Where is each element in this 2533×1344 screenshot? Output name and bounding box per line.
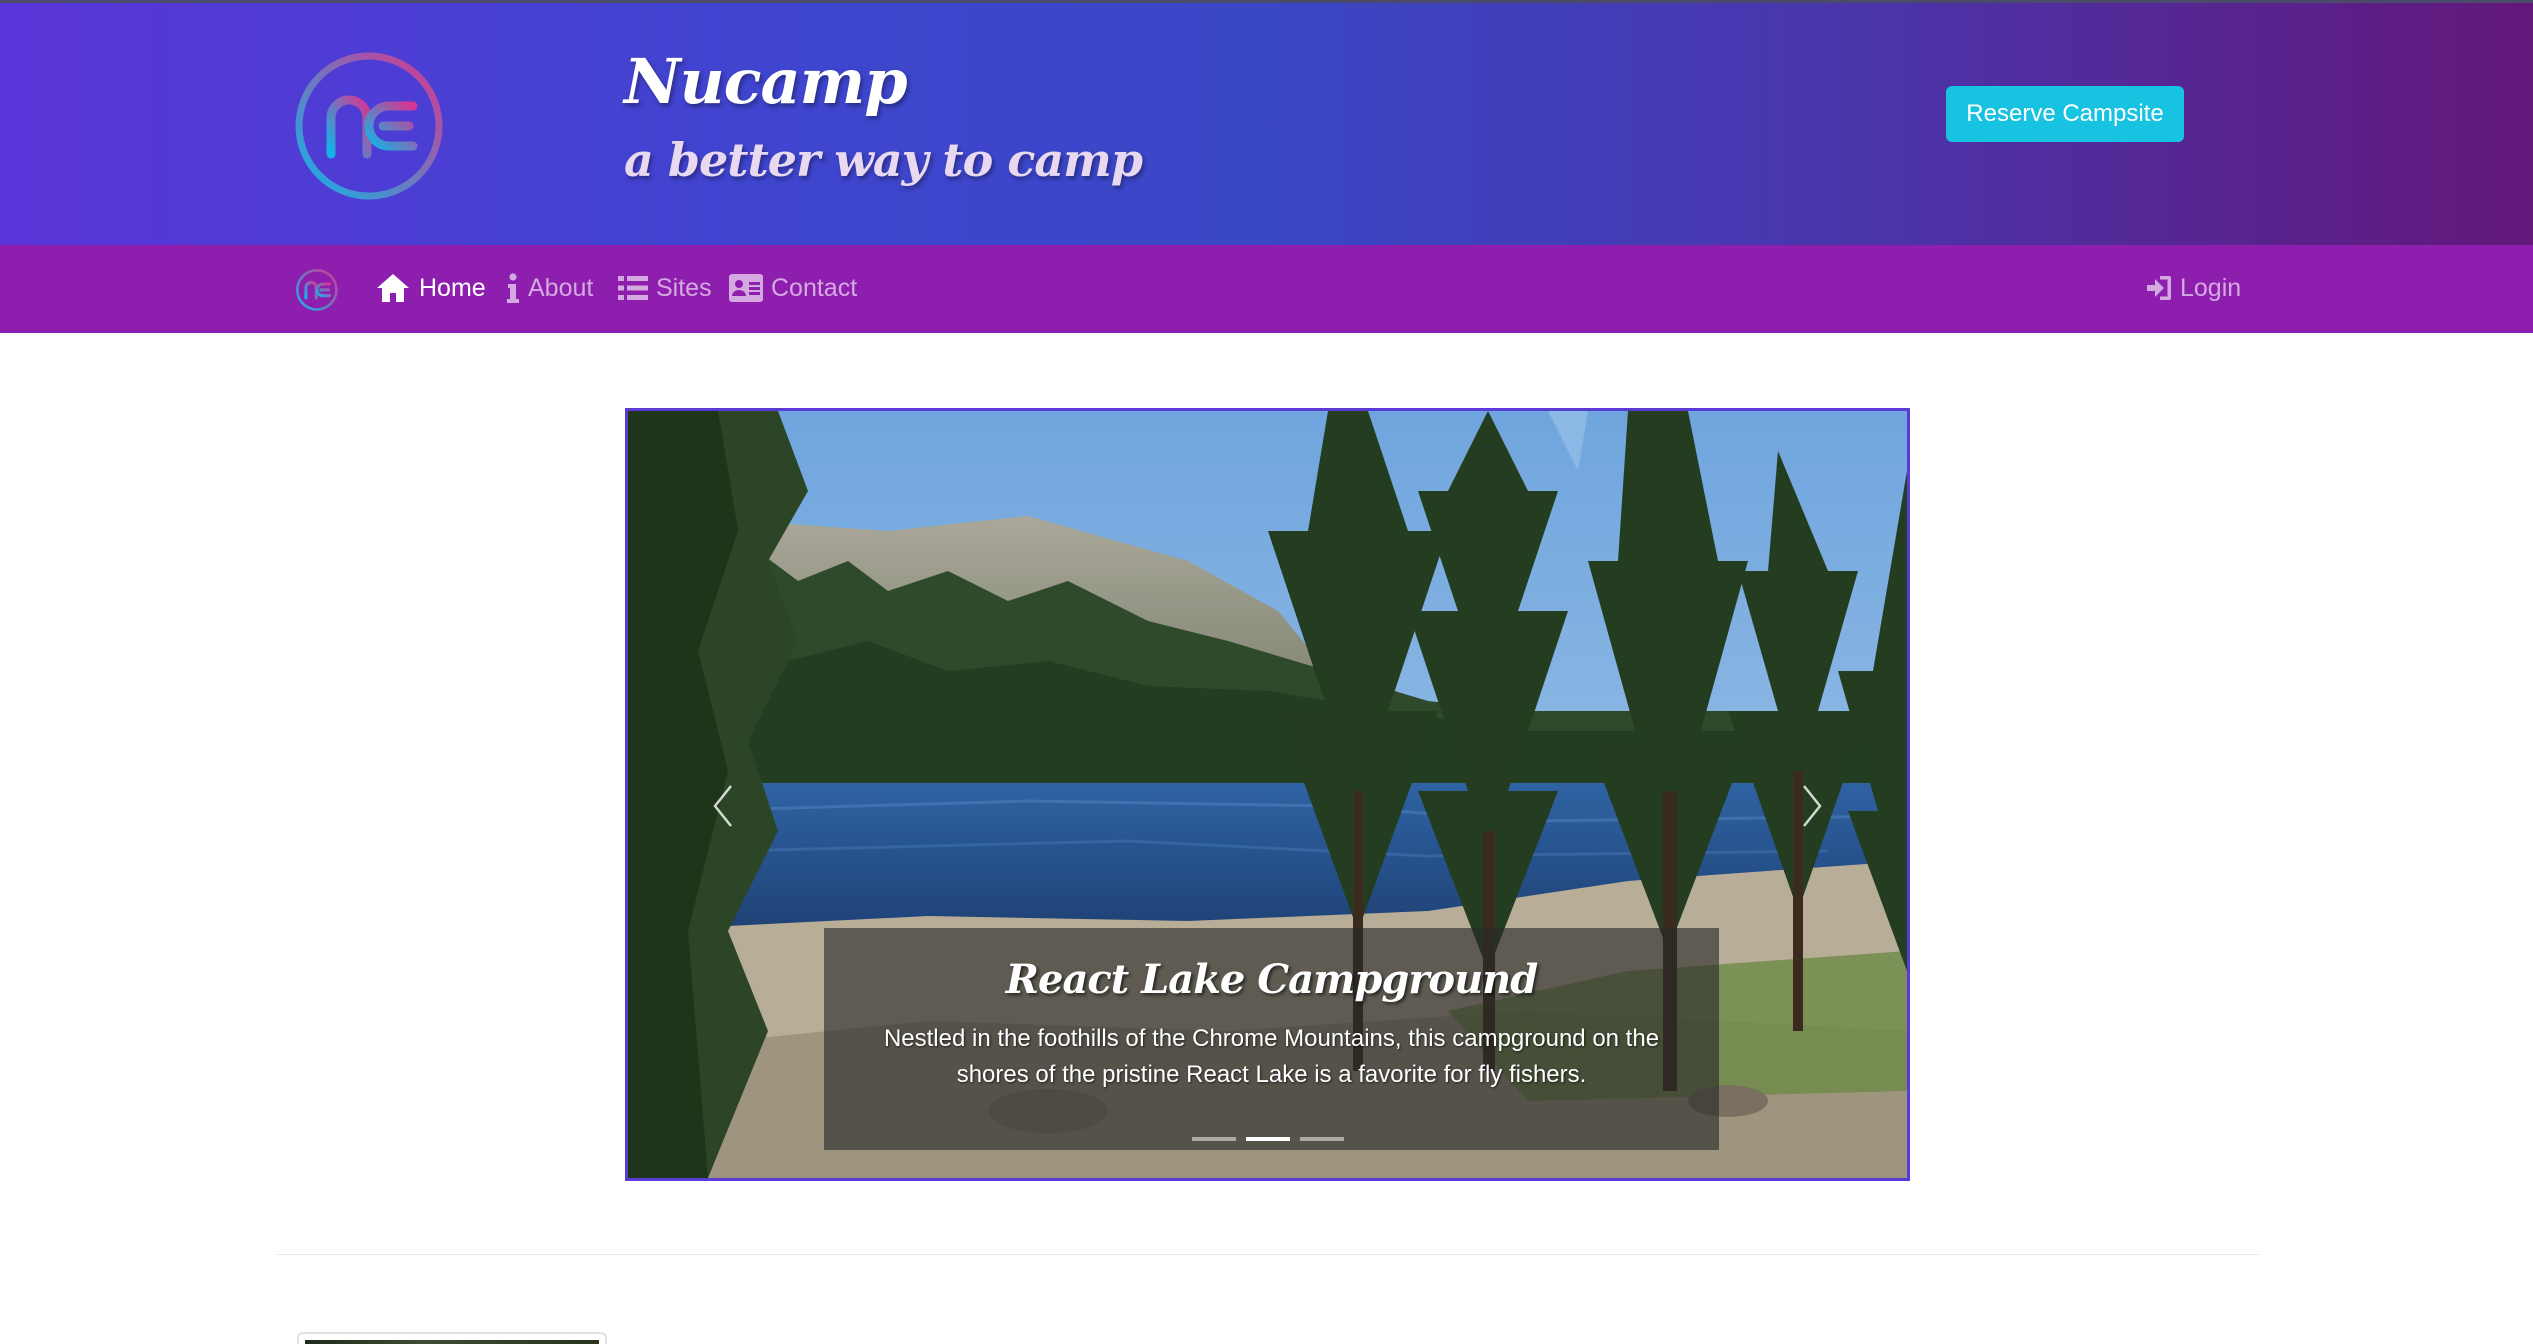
nav-item-label: Home (419, 273, 486, 302)
nav-item-home[interactable]: Home (375, 265, 486, 311)
nav-item-sites[interactable]: Sites (618, 265, 712, 311)
carousel-caption: React Lake Campground Nestled in the foo… (824, 928, 1719, 1150)
nav-item-label: Sites (656, 273, 712, 302)
site-title: Nucamp (624, 45, 908, 118)
nav-item-label: About (528, 273, 594, 302)
carousel-indicator[interactable] (1299, 1137, 1344, 1141)
nucamp-logo-icon (295, 52, 443, 200)
sign-in-icon (2147, 276, 2171, 300)
login-label: Login (2180, 273, 2242, 302)
list-icon (618, 276, 648, 300)
carousel-indicators (628, 1137, 1907, 1141)
login-link[interactable]: Login (2146, 265, 2241, 311)
carousel-caption-text: Nestled in the foothills of the Chrome M… (883, 1025, 1660, 1088)
main-navbar: Home About Sites Contact Login (0, 245, 2533, 333)
nav-item-contact[interactable]: Contact (729, 265, 857, 311)
carousel-next-control[interactable] (1752, 751, 1872, 861)
carousel-indicator[interactable] (1191, 1137, 1236, 1141)
nucamp-logo-icon[interactable] (295, 268, 339, 312)
campsite-card-image (305, 1340, 599, 1344)
address-card-icon (729, 274, 763, 302)
featured-carousel[interactable]: React Lake Campground Nestled in the foo… (625, 408, 1910, 1181)
carousel-indicator-active[interactable] (1245, 1137, 1290, 1141)
info-icon (507, 273, 519, 303)
reserve-campsite-button[interactable]: Reserve Campsite (1946, 86, 2184, 142)
home-icon (377, 274, 409, 302)
nav-item-label: Contact (771, 273, 858, 302)
carousel-prev-control[interactable] (663, 751, 783, 861)
campsite-card[interactable] (297, 1332, 607, 1344)
carousel-caption-title: React Lake Campground (1005, 956, 1538, 1003)
nav-item-about[interactable]: About (506, 265, 593, 311)
header-jumbotron: Nucamp a better way to camp Reserve Camp… (0, 0, 2533, 245)
chevron-right-icon (1803, 785, 1822, 827)
section-divider (277, 1254, 2259, 1255)
site-tagline: a better way to camp (624, 133, 1143, 187)
chevron-left-icon (713, 785, 732, 827)
